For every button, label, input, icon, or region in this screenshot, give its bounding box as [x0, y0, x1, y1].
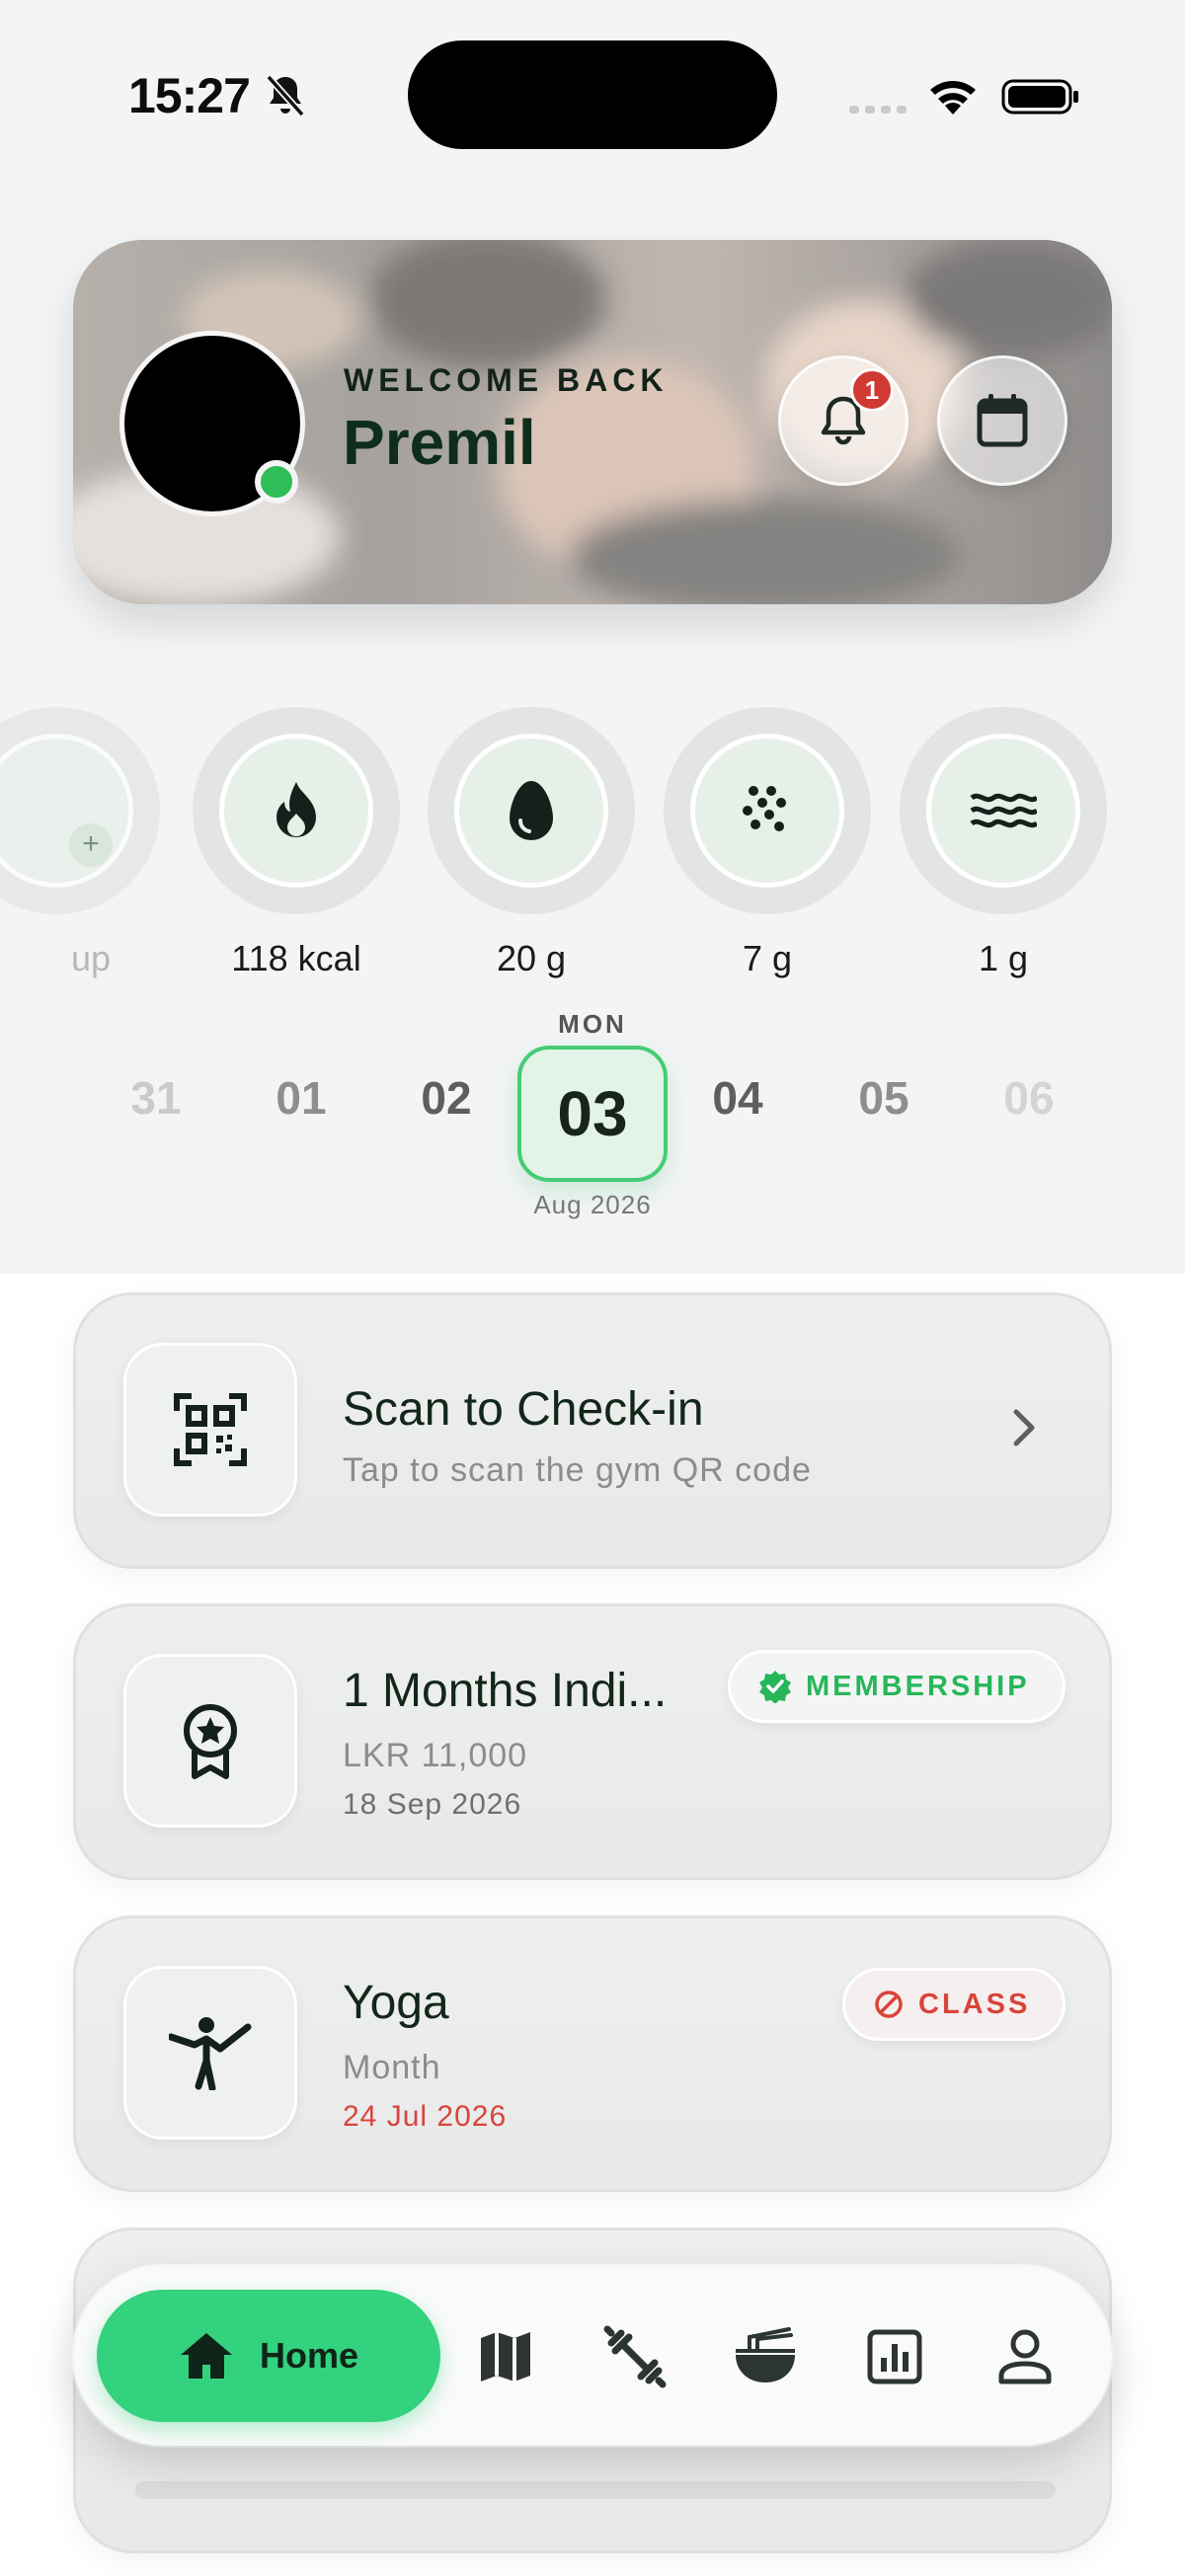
date-item-selected[interactable]: 03 — [517, 1046, 668, 1182]
stat-ring-carbs[interactable] — [664, 707, 871, 914]
membership-card[interactable]: 1 Months Indi... LKR 11,000 18 Sep 2026 … — [73, 1603, 1112, 1880]
award-medal-icon — [184, 1704, 237, 1779]
yoga-pose-icon — [169, 2017, 252, 2090]
stat-ring-fat[interactable] — [900, 707, 1107, 914]
checkin-icon-box — [123, 1343, 297, 1517]
selected-day-of-week: MON — [558, 1009, 627, 1039]
status-time: 15:27 — [128, 68, 251, 123]
dumbbell-icon — [603, 2325, 667, 2388]
stat-ring-protein[interactable] — [428, 707, 635, 914]
notification-count-badge: 1 — [850, 368, 894, 412]
checkin-card[interactable]: Scan to Check-in Tap to scan the gym QR … — [73, 1292, 1112, 1569]
membership-price: LKR 11,000 — [343, 1737, 528, 1774]
date-item[interactable]: 04 — [678, 1071, 797, 1125]
stat-label-fat: 1 g — [978, 938, 1029, 978]
class-card[interactable]: Yoga Month 24 Jul 2026 CLASS — [73, 1915, 1112, 2192]
battery-icon — [1001, 79, 1078, 115]
stat-label-calories: 118 kcal — [231, 938, 361, 978]
stat-label: up — [71, 938, 112, 978]
bottom-navigation: Home — [73, 2266, 1112, 2446]
profile-icon — [998, 2329, 1052, 2384]
nav-home-label: Home — [259, 2335, 359, 2376]
home-icon — [180, 2333, 232, 2379]
checkin-subtitle: Tap to scan the gym QR code — [343, 1451, 812, 1489]
egg-protein-icon — [510, 781, 553, 840]
flame-icon — [276, 782, 316, 837]
class-icon-box — [123, 1966, 297, 2140]
welcome-label: WELCOME BACK — [344, 362, 669, 398]
date-item[interactable]: 06 — [970, 1071, 1088, 1125]
membership-badge: MEMBERSHIP — [728, 1650, 1066, 1723]
date-item[interactable]: 05 — [825, 1071, 943, 1125]
stat-ring-partial[interactable] — [0, 707, 160, 914]
welcome-header-card: WELCOME BACK Premil 1 — [73, 240, 1112, 604]
notifications-button[interactable]: 1 — [778, 355, 908, 486]
wifi-icon — [930, 81, 976, 115]
date-item[interactable]: 02 — [387, 1071, 506, 1125]
user-name: Premil — [343, 407, 536, 478]
nav-map-button[interactable] — [474, 2325, 537, 2388]
food-bowl-icon — [736, 2327, 795, 2382]
calendar-icon — [977, 394, 1028, 447]
class-expiry: 24 Jul 2026 — [343, 2100, 508, 2133]
membership-icon-box — [123, 1654, 297, 1828]
stat-ring-calories[interactable] — [193, 707, 400, 914]
month-year-label: Aug 2026 — [533, 1190, 652, 1219]
placeholder-bar — [135, 2481, 1056, 2499]
calendar-button[interactable] — [937, 355, 1067, 486]
qr-code-scan-icon — [174, 1393, 247, 1466]
analytics-icon — [867, 2329, 922, 2384]
date-item[interactable]: 01 — [242, 1071, 360, 1125]
waves-fat-icon — [970, 793, 1037, 828]
online-status-dot — [255, 460, 298, 504]
status-bar: 15:27 — [0, 0, 1185, 188]
bell-slash-icon — [266, 74, 305, 117]
map-icon — [481, 2332, 530, 2381]
signal-dots-icon — [849, 106, 907, 114]
membership-expiry: 18 Sep 2026 — [343, 1788, 522, 1821]
membership-badge-label: MEMBERSHIP — [806, 1670, 1030, 1702]
grain-carbs-icon — [743, 786, 786, 831]
stat-label-carbs: 7 g — [742, 938, 793, 978]
nav-analytics-button[interactable] — [863, 2325, 926, 2388]
chevron-right-icon — [1013, 1409, 1035, 1446]
checkin-title: Scan to Check-in — [343, 1383, 704, 1436]
class-period: Month — [343, 2049, 441, 2086]
verified-badge-icon — [759, 1671, 791, 1703]
nav-home-button[interactable]: Home — [97, 2290, 440, 2422]
class-badge-label: CLASS — [918, 1988, 1031, 2020]
block-icon — [875, 1991, 903, 2018]
stat-label-protein: 20 g — [496, 938, 567, 978]
nav-nutrition-button[interactable] — [734, 2325, 797, 2388]
nav-profile-button[interactable] — [993, 2325, 1057, 2388]
date-item[interactable]: 31 — [97, 1071, 215, 1125]
nav-workout-button[interactable] — [603, 2325, 667, 2388]
class-title: Yoga — [343, 1977, 449, 2029]
add-photo-icon: + — [69, 823, 113, 867]
membership-title: 1 Months Indi... — [343, 1665, 668, 1717]
class-badge: CLASS — [842, 1968, 1066, 2041]
dynamic-island — [408, 40, 777, 149]
